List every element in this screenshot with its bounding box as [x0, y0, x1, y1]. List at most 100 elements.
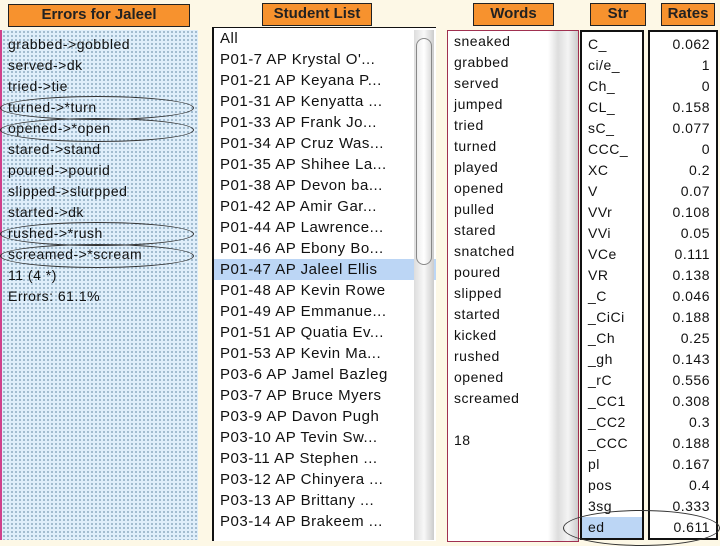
- student-item[interactable]: P03-12 AP Chinyera ...: [214, 469, 436, 490]
- str-item[interactable]: _CiCi: [582, 307, 642, 328]
- word-item: rushed: [454, 348, 500, 364]
- student-item[interactable]: P01-35 AP Shihee La...: [214, 154, 436, 175]
- rates-header: Rates: [661, 3, 715, 26]
- word-item: 18: [454, 432, 471, 448]
- str-item[interactable]: _gh: [582, 349, 642, 370]
- str-item[interactable]: CL_: [582, 97, 642, 118]
- student-item[interactable]: P03-9 AP Davon Pugh: [214, 406, 436, 427]
- str-item[interactable]: _CCC: [582, 433, 642, 454]
- rate-value: 0.077: [672, 120, 710, 136]
- word-item: sneaked: [454, 33, 511, 49]
- student-item[interactable]: P03-10 AP Tevin Sw...: [214, 427, 436, 448]
- student-item[interactable]: P01-7 AP Krystal O'...: [214, 49, 436, 70]
- str-item[interactable]: _CC1: [582, 391, 642, 412]
- rate-value: 0.111: [674, 246, 710, 262]
- rate-value: 0.25: [680, 330, 710, 346]
- str-item[interactable]: 3sg: [582, 496, 642, 517]
- student-item[interactable]: P01-53 AP Kevin Ma...: [214, 343, 436, 364]
- rates-list: 0.062 1 0 0.158 0.077 0 0.2 0.07 0.108 0.05 0.111 0…: [648, 30, 718, 540]
- student-item[interactable]: All: [214, 28, 436, 49]
- str-item[interactable]: pl: [582, 454, 642, 475]
- student-item[interactable]: P01-44 AP Lawrence...: [214, 217, 436, 238]
- word-item: grabbed: [454, 54, 509, 70]
- student-item[interactable]: P03-7 AP Bruce Myers: [214, 385, 436, 406]
- words-list[interactable]: sneaked grabbed served jumped tried turned pla…: [447, 30, 579, 542]
- rate-value: 0.138: [672, 267, 710, 283]
- rate-value: 0.556: [672, 372, 710, 388]
- error-line: started->dk: [8, 204, 84, 220]
- student-item[interactable]: P01-38 AP Devon ba...: [214, 175, 436, 196]
- student-item[interactable]: P03-13 AP Brittany ...: [214, 490, 436, 511]
- word-item: opened: [454, 369, 504, 385]
- str-item[interactable]: Ch_: [582, 76, 642, 97]
- word-item: kicked: [454, 327, 497, 343]
- error-line: stared->stand: [8, 141, 101, 157]
- student-item[interactable]: P01-47 AP Jaleel Ellis: [214, 259, 436, 280]
- student-item[interactable]: P01-49 AP Emmanue...: [214, 301, 436, 322]
- word-item: snatched: [454, 243, 515, 259]
- str-item[interactable]: XC: [582, 160, 642, 181]
- student-item[interactable]: P01-34 AP Cruz Was...: [214, 133, 436, 154]
- error-line: rushed->*rush: [8, 225, 103, 241]
- rate-value: 0.188: [672, 309, 710, 325]
- errors-panel: grabbed->gobbled served->dk tried->tie turn…: [0, 30, 198, 540]
- student-item[interactable]: P01-33 AP Frank Jo...: [214, 112, 436, 133]
- str-item[interactable]: VR: [582, 265, 642, 286]
- str-item[interactable]: CCC_: [582, 139, 642, 160]
- error-line: Errors: 61.1%: [8, 288, 101, 304]
- student-list-header: Student List: [262, 3, 372, 26]
- error-line: turned->*turn: [8, 99, 97, 115]
- str-item[interactable]: ed: [582, 517, 642, 538]
- student-item[interactable]: P01-31 AP Kenyatta ...: [214, 91, 436, 112]
- str-item[interactable]: sC_: [582, 118, 642, 139]
- str-item[interactable]: _CC2: [582, 412, 642, 433]
- rate-value: 0.05: [680, 225, 710, 241]
- rate-value: 0.2: [689, 162, 710, 178]
- student-item[interactable]: P03-14 AP Brakeem ...: [214, 511, 436, 532]
- str-item[interactable]: VCe: [582, 244, 642, 265]
- error-line: grabbed->gobbled: [8, 36, 131, 52]
- rate-value: 0.167: [672, 456, 710, 472]
- scrollbar[interactable]: [414, 30, 434, 540]
- rate-value: 0.108: [672, 204, 710, 220]
- str-item[interactable]: C_: [582, 34, 642, 55]
- student-item[interactable]: P01-46 AP Ebony Bo...: [214, 238, 436, 259]
- student-list[interactable]: All P01-7 AP Krystal O'... P01-21 AP Keyan…: [212, 27, 436, 541]
- error-line: served->dk: [8, 57, 83, 73]
- rate-value: 0.046: [672, 288, 710, 304]
- error-line: tried->tie: [8, 78, 68, 94]
- str-item[interactable]: VVr: [582, 202, 642, 223]
- student-item[interactable]: P01-21 AP Keyana P...: [214, 70, 436, 91]
- str-item[interactable]: _Ch: [582, 328, 642, 349]
- str-item[interactable]: VVi: [582, 223, 642, 244]
- student-item[interactable]: P01-48 AP Kevin Rowe: [214, 280, 436, 301]
- error-line: slipped->slurpped: [8, 183, 128, 199]
- error-line: 11 (4 *): [8, 267, 57, 283]
- student-item[interactable]: P03-6 AP Jamel Bazleg: [214, 364, 436, 385]
- error-line: opened->*open: [8, 120, 111, 136]
- str-item[interactable]: pos: [582, 475, 642, 496]
- word-item: tried: [454, 117, 484, 133]
- rate-value: 0.188: [672, 435, 710, 451]
- student-item[interactable]: P01-42 AP Amir Gar...: [214, 196, 436, 217]
- str-item[interactable]: _C: [582, 286, 642, 307]
- scrollbar-thumb[interactable]: [416, 38, 432, 265]
- str-item[interactable]: _rC: [582, 370, 642, 391]
- student-item[interactable]: P01-51 AP Quatia Ev...: [214, 322, 436, 343]
- rate-value: 0: [701, 78, 710, 94]
- str-item[interactable]: ci/e_: [582, 55, 642, 76]
- errors-header: Errors for Jaleel: [8, 4, 190, 27]
- word-item: pulled: [454, 201, 495, 217]
- str-item[interactable]: V: [582, 181, 642, 202]
- rate-value: 1: [701, 57, 710, 73]
- student-item[interactable]: P03-11 AP Stephen ...: [214, 448, 436, 469]
- word-item: poured: [454, 264, 501, 280]
- word-item: served: [454, 75, 500, 91]
- rate-value: 0.3: [689, 414, 710, 430]
- rate-value: 0.4: [689, 477, 710, 493]
- rate-value: 0: [701, 141, 710, 157]
- word-item: jumped: [454, 96, 503, 112]
- str-list[interactable]: C_ ci/e_ Ch_ CL_ sC_ CCC_ XC V VVr VVi VCe VR _C _CiC…: [580, 30, 644, 540]
- word-item: opened: [454, 180, 504, 196]
- word-item: [448, 409, 578, 430]
